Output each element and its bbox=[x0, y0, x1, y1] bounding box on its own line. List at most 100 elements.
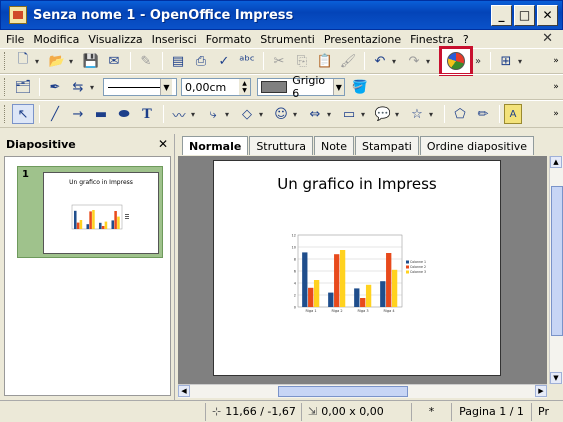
panel-close-icon[interactable]: ✕ bbox=[158, 137, 168, 151]
glue-points-icon[interactable]: ✏ bbox=[472, 104, 494, 124]
export-pdf-icon[interactable]: ▤ bbox=[167, 51, 189, 71]
flowchart-icon[interactable]: ▭ bbox=[338, 104, 360, 124]
connector-dropdown-icon[interactable]: ▾ bbox=[225, 110, 233, 119]
tab-normale[interactable]: Normale bbox=[182, 136, 249, 155]
curve-dropdown-icon[interactable]: ▾ bbox=[191, 110, 199, 119]
redo-dropdown-icon[interactable]: ▾ bbox=[426, 57, 434, 66]
chart-bar[interactable] bbox=[354, 288, 360, 307]
styles-icon[interactable]: 🗂 bbox=[12, 77, 34, 97]
arrows-dropdown-icon[interactable]: ▾ bbox=[327, 110, 335, 119]
chart-bar[interactable] bbox=[339, 250, 346, 307]
toolbar-grip[interactable] bbox=[4, 78, 8, 96]
chart-bar[interactable] bbox=[328, 292, 334, 307]
tab-ordine-diapositive[interactable]: Ordine diapositive bbox=[419, 136, 535, 155]
vertical-scroll-thumb[interactable] bbox=[551, 186, 563, 336]
arrow-style-icon[interactable]: ⇆ bbox=[67, 77, 89, 97]
cut-icon[interactable]: ✂ bbox=[268, 51, 290, 71]
undo-icon[interactable]: ↶ bbox=[369, 51, 391, 71]
menu-inserisci[interactable]: Inserisci bbox=[152, 33, 197, 46]
area-fill-icon[interactable]: 🪣 bbox=[349, 77, 371, 97]
chart-bar[interactable] bbox=[360, 298, 366, 307]
status-modified[interactable]: * bbox=[412, 402, 452, 421]
toolbar-overflow-icon[interactable]: » bbox=[551, 56, 561, 66]
arrow-dropdown-icon[interactable]: ▾ bbox=[90, 83, 98, 92]
clone-formatting-icon[interactable]: 🖌 bbox=[337, 51, 359, 71]
symbol-shapes-icon[interactable]: ☺ bbox=[270, 104, 292, 124]
block-arrows-icon[interactable]: ⇔ bbox=[304, 104, 326, 124]
chart-bar[interactable] bbox=[308, 287, 314, 307]
copy-icon[interactable]: ⎘ bbox=[291, 51, 313, 71]
spellcheck-icon[interactable]: ✓ bbox=[213, 51, 235, 71]
horizontal-scroll-thumb[interactable] bbox=[278, 386, 408, 397]
redo-icon[interactable]: ↷ bbox=[403, 51, 425, 71]
menu-strumenti[interactable]: Strumenti bbox=[260, 33, 315, 46]
line-arrow-icon[interactable]: → bbox=[67, 104, 89, 124]
line-color-select[interactable]: Grigio 6 ▼ bbox=[257, 74, 345, 100]
stars-dropdown-icon[interactable]: ▾ bbox=[429, 110, 437, 119]
undo-dropdown-icon[interactable]: ▾ bbox=[392, 57, 400, 66]
slide-thumbnail[interactable]: Un grafico in Impress bbox=[43, 172, 159, 254]
chart-bar[interactable] bbox=[365, 284, 372, 307]
autospellcheck-icon[interactable]: ᵃᵇᶜ bbox=[236, 51, 258, 71]
select-icon[interactable]: ↖ bbox=[12, 104, 34, 124]
line-width-field[interactable]: 0,00cm ▲ ▼ bbox=[181, 78, 251, 96]
toolbar-grip[interactable] bbox=[4, 52, 8, 70]
tab-struttura[interactable]: Struttura bbox=[249, 136, 313, 155]
points-icon[interactable]: ⬠ bbox=[449, 104, 471, 124]
slide-list[interactable]: 1 Un grafico in Impress bbox=[4, 156, 171, 396]
bar-chart[interactable]: 0 2 4 6 8 10 12 Riga 1 Riga 2 Riga 3 Riga 4 Colonn… bbox=[284, 229, 442, 321]
chart-bar[interactable] bbox=[380, 281, 386, 307]
symbol-dropdown-icon[interactable]: ▾ bbox=[293, 110, 301, 119]
line-tool-icon[interactable]: ╱ bbox=[44, 104, 66, 124]
tab-stampati[interactable]: Stampati bbox=[355, 136, 419, 155]
spin-icon[interactable]: ▲ ▼ bbox=[239, 79, 250, 95]
close-button[interactable]: ✕ bbox=[537, 4, 558, 26]
open-dropdown-icon[interactable]: ▾ bbox=[69, 57, 77, 66]
fontwork-icon[interactable]: A bbox=[504, 104, 522, 124]
new-dropdown-icon[interactable]: ▾ bbox=[35, 57, 43, 66]
chevron-down-icon[interactable]: ▼ bbox=[160, 79, 172, 95]
stars-icon[interactable]: ☆ bbox=[406, 104, 428, 124]
chart-bar[interactable] bbox=[334, 254, 340, 307]
chart-bar[interactable] bbox=[391, 269, 398, 307]
callouts-icon[interactable]: 💬 bbox=[372, 104, 394, 124]
save-icon[interactable]: 💾 bbox=[80, 51, 102, 71]
slide[interactable]: Un grafico in Impress 0 2 4 6 8 10 12 Riga 1 Rig… bbox=[213, 160, 501, 376]
chart-bar[interactable] bbox=[302, 252, 308, 307]
line-style-select[interactable]: ▼ bbox=[103, 78, 177, 96]
curve-icon[interactable]: 〰 bbox=[168, 104, 190, 124]
menu-modifica[interactable]: Modifica bbox=[33, 33, 79, 46]
edit-file-icon[interactable]: ✎ bbox=[135, 51, 157, 71]
insert-chart-button[interactable] bbox=[439, 46, 473, 76]
scroll-up-icon[interactable]: ▲ bbox=[550, 156, 562, 168]
menu-presentazione[interactable]: Presentazione bbox=[324, 33, 401, 46]
toolbar-overflow-icon[interactable]: » bbox=[551, 82, 561, 92]
text-icon[interactable]: T bbox=[136, 104, 158, 124]
flowchart-dropdown-icon[interactable]: ▾ bbox=[361, 110, 369, 119]
ellipse-icon[interactable]: ⬬ bbox=[113, 104, 135, 124]
new-document-icon[interactable]: 🗋 bbox=[12, 51, 34, 71]
rectangle-icon[interactable]: ▬ bbox=[90, 104, 112, 124]
open-folder-icon[interactable]: 📂 bbox=[46, 51, 68, 71]
callouts-dropdown-icon[interactable]: ▾ bbox=[395, 110, 403, 119]
scroll-right-icon[interactable]: ▶ bbox=[535, 385, 547, 397]
scroll-left-icon[interactable]: ◀ bbox=[178, 385, 190, 397]
tab-note[interactable]: Note bbox=[313, 136, 355, 155]
toolbar-overflow-icon[interactable]: » bbox=[551, 109, 561, 119]
document-close-icon[interactable]: ✕ bbox=[542, 31, 553, 46]
menu-finestra[interactable]: Finestra bbox=[410, 33, 454, 46]
connector-icon[interactable]: ⤷ bbox=[202, 104, 224, 124]
menu-formato[interactable]: Formato bbox=[206, 33, 252, 46]
slide-icon[interactable]: ⊞ bbox=[495, 51, 517, 71]
vertical-scrollbar[interactable]: ▲ ▼ bbox=[549, 156, 563, 384]
email-icon[interactable]: ✉ bbox=[103, 51, 125, 71]
toolbar-more-icon[interactable]: » bbox=[475, 56, 483, 67]
menu-help[interactable]: ? bbox=[463, 33, 469, 46]
paste-icon[interactable]: 📋 bbox=[314, 51, 336, 71]
chevron-down-icon[interactable]: ▼ bbox=[332, 79, 344, 95]
toolbar-grip[interactable] bbox=[4, 105, 8, 123]
slide-dropdown-icon[interactable]: ▾ bbox=[518, 57, 526, 66]
basic-shapes-icon[interactable]: ◇ bbox=[236, 104, 258, 124]
scroll-down-icon[interactable]: ▼ bbox=[550, 372, 562, 384]
maximize-button[interactable]: □ bbox=[514, 4, 535, 26]
